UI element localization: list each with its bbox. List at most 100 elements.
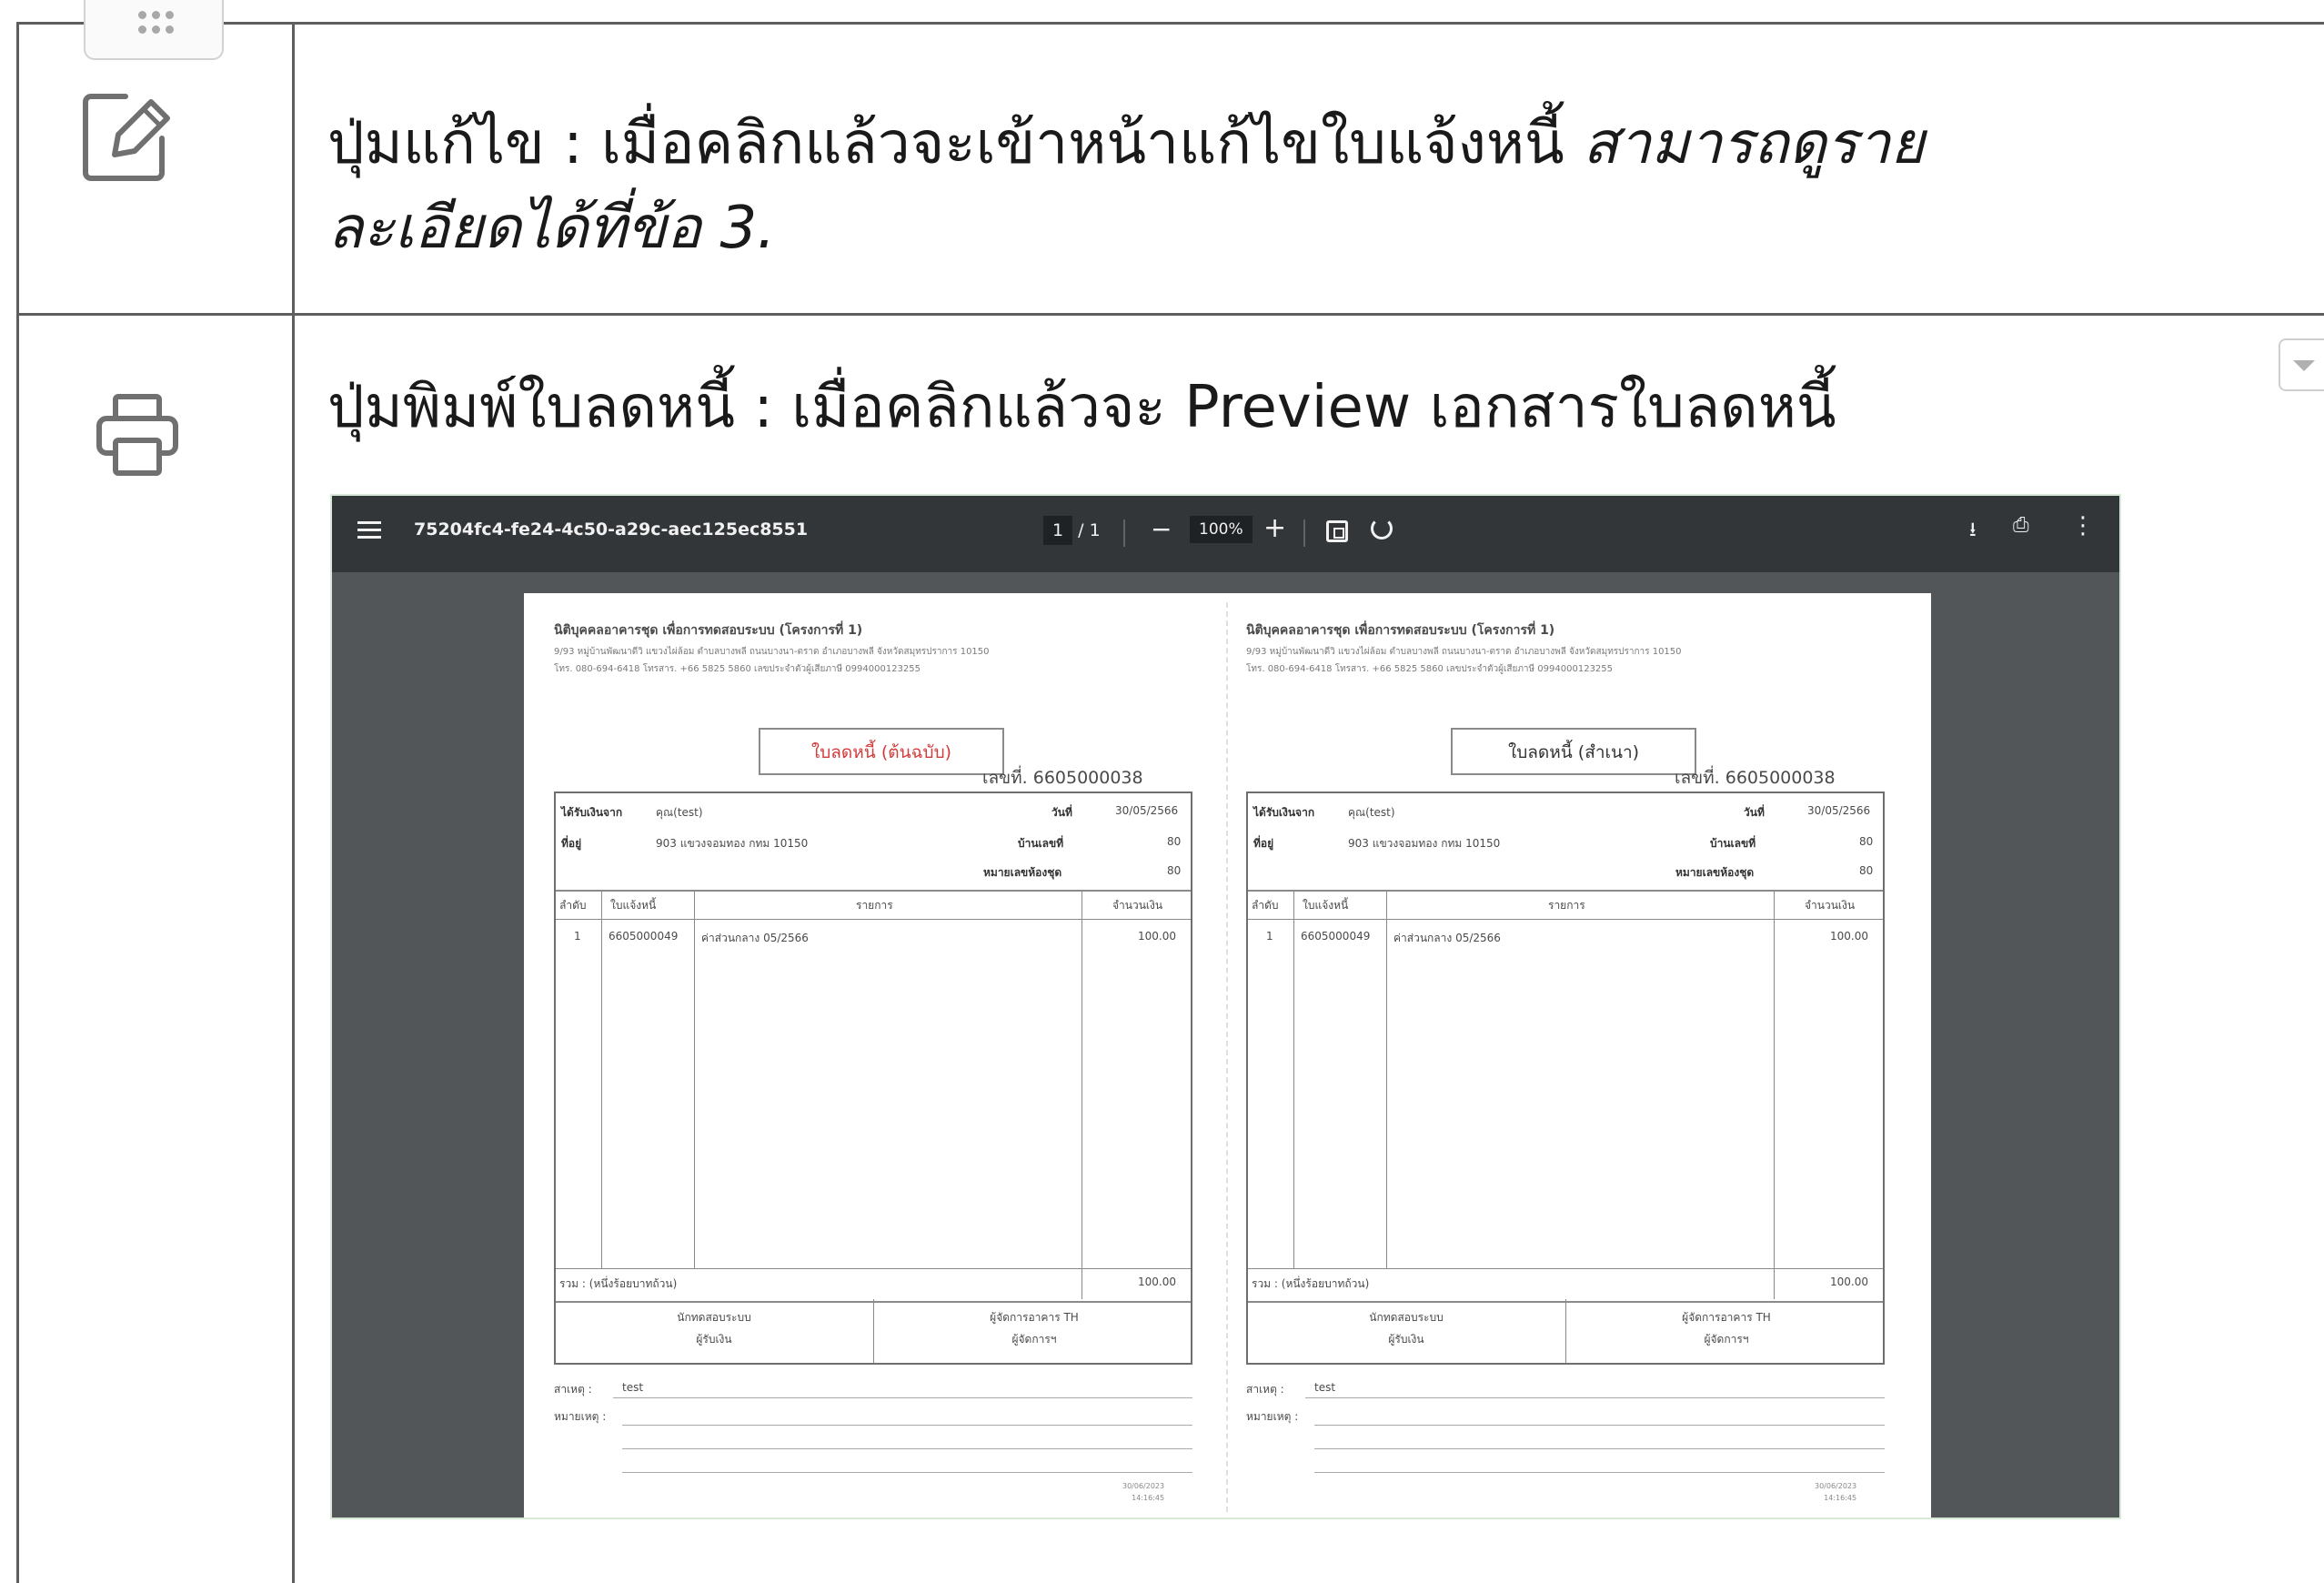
row-menu-button[interactable]	[2279, 338, 2324, 391]
sig-divider	[1565, 1299, 1566, 1363]
col-no: ลำดับ	[1252, 899, 1279, 912]
item-no: 1	[1266, 930, 1273, 943]
item-amount: 100.00	[1138, 930, 1176, 943]
total-amount: 100.00	[1138, 1275, 1176, 1288]
receive-from-label: ได้รับเงินจาก	[561, 806, 623, 819]
drag-handle[interactable]	[84, 0, 224, 60]
zoom-level-input[interactable]: 100%	[1190, 516, 1253, 543]
header-rule	[1248, 890, 1883, 892]
sig-left-name: นักทดสอบระบบ	[677, 1311, 751, 1324]
zoom-out-button[interactable]: −	[1151, 514, 1172, 544]
sig-left: นักทดสอบระบบผู้รับเงิน	[556, 1306, 872, 1350]
credit-note-table: ได้รับเงินจาก คุณ(test) วันที่ 30/05/256…	[1246, 792, 1885, 1365]
org-name: นิติบุคคลอาคารชุด เพื่อการทดสอบระบบ (โคร…	[554, 623, 863, 638]
stamp-time: 14:16:45	[1824, 1494, 1857, 1502]
org-address: 9/93 หมู่บ้านพัฒนาดีวิ แขวงไผ่ล้อม ตำบลบ…	[554, 643, 990, 678]
column-header-rule	[1248, 919, 1883, 920]
house-no-value: 80	[1859, 835, 1874, 848]
col-no: ลำดับ	[559, 899, 587, 912]
edit-icon	[78, 87, 173, 191]
doc-title-copy: ใบลดหนี้ (สำเนา)	[1451, 728, 1696, 775]
total-label: รวม : (หนึ่งร้อยบาทถ้วน)	[559, 1277, 678, 1290]
sig-left-role: ผู้รับเงิน	[696, 1333, 732, 1346]
pdf-filename: 75204fc4-fe24-4c50-a29c-aec125ec8551	[414, 519, 809, 539]
table-column-divider	[292, 22, 295, 1583]
sig-right: ผู้จัดการอาคาร TH ผู้จัดการฯ	[1568, 1306, 1885, 1350]
toolbar-separator	[1123, 519, 1125, 547]
item-invoice: 6605000049	[609, 930, 679, 943]
stamp-date: 30/06/2023	[1815, 1482, 1857, 1490]
remark-rule-3	[1314, 1472, 1885, 1473]
house-no-label: บ้านเลขที่	[1710, 837, 1756, 850]
zoom-in-button[interactable]: +	[1263, 512, 1286, 544]
sig-right-name: ผู้จัดการอาคาร TH	[1682, 1311, 1771, 1324]
address-line-2: โทร. 080-694-6418 โทรสาร. +66 5825 5860 …	[554, 664, 921, 674]
edit-description-text: ปุ่มแก้ไข : เมื่อคลิกแล้วจะเข้าหน้าแก้ไข…	[327, 110, 1584, 177]
doc-number: เลขที่. 6605000038	[982, 768, 1143, 788]
col-line-1	[601, 890, 602, 1268]
date-value: 30/05/2566	[1115, 804, 1179, 817]
table-border-top	[16, 22, 2324, 25]
header-rule	[556, 890, 1191, 892]
col-line-2	[694, 890, 695, 1268]
sig-right-name: ผู้จัดการอาคาร TH	[990, 1311, 1079, 1324]
unit-label: หมายเลขห้องชุด	[983, 866, 1062, 879]
date-label: วันที่	[1051, 806, 1072, 819]
rotate-icon[interactable]	[1371, 518, 1393, 539]
download-icon[interactable]: ⭳	[1969, 514, 1977, 549]
cause-rule	[613, 1397, 1192, 1398]
menu-icon[interactable]	[357, 521, 381, 539]
print-timestamp: 30/06/2023 14:16:45	[1122, 1480, 1164, 1504]
printer-icon	[94, 391, 181, 482]
col-item: รายการ	[1548, 899, 1585, 912]
col-line-2	[1386, 890, 1387, 1268]
fit-page-icon[interactable]	[1326, 520, 1348, 542]
total-rule	[556, 1268, 1191, 1269]
cause-value: test	[1314, 1381, 1336, 1394]
cause-value: test	[622, 1381, 644, 1394]
sig-right-role: ผู้จัดการฯ	[1704, 1333, 1749, 1346]
remark-rule-3	[622, 1472, 1192, 1473]
page-current-input[interactable]: 1	[1043, 516, 1073, 545]
sig-right: ผู้จัดการอาคาร TH ผู้จัดการฯ	[876, 1306, 1192, 1350]
sig-left: นักทดสอบระบบ ผู้รับเงิน	[1248, 1306, 1564, 1350]
address-value: 903 แขวงจอมทอง กทม 10150	[656, 837, 809, 850]
credit-note-table: ได้รับเงินจาก คุณ(test) วันที่ 30/05/256…	[554, 792, 1192, 1365]
cause-label: สาเหตุ :	[1246, 1383, 1284, 1396]
stamp-date: 30/06/2023	[1122, 1482, 1165, 1490]
doc-title-original: ใบลดหนี้ (ต้นฉบับ)	[759, 728, 1004, 775]
cause-rule	[1305, 1397, 1885, 1398]
print-credit-note-description: ปุ่มพิมพ์ใบลดหนี้ : เมื่อคลิกแล้วจะ Prev…	[327, 374, 1836, 441]
sig-left-role: ผู้รับเงิน	[1388, 1333, 1424, 1346]
col-item: รายการ	[856, 899, 893, 912]
stamp-time: 14:16:45	[1132, 1494, 1165, 1502]
item-desc: ค่าส่วนกลาง 05/2566	[1393, 932, 1501, 944]
receive-from-value: คุณ(test)	[1348, 806, 1395, 819]
credit-note-copy: นิติบุคคลอาคารชุด เพื่อการทดสอบระบบ (โคร…	[1214, 593, 1885, 1517]
edit-description-italic-line2: ละเอียดได้ที่ข้อ 3.	[327, 194, 776, 262]
total-amount: 100.00	[1830, 1275, 1868, 1288]
print-timestamp: 30/06/2023 14:16:45	[1815, 1480, 1856, 1504]
remark-rule-1	[622, 1425, 1192, 1426]
unit-value: 80	[1167, 864, 1182, 877]
item-no: 1	[574, 930, 581, 943]
col-invoice: ใบแจ้งหนี้	[1303, 899, 1349, 912]
toolbar-separator	[1303, 519, 1305, 547]
column-header-rule	[556, 919, 1191, 920]
sig-divider	[873, 1299, 874, 1363]
receive-from-label: ได้รับเงินจาก	[1253, 806, 1315, 819]
unit-label: หมายเลขห้องชุด	[1675, 866, 1755, 879]
more-vert-icon[interactable]: ⋮	[2071, 512, 2095, 539]
item-amount: 100.00	[1830, 930, 1868, 943]
date-value: 30/05/2566	[1807, 804, 1871, 817]
col-line-3	[1774, 890, 1775, 1299]
col-invoice: ใบแจ้งหนี้	[610, 899, 657, 912]
signature-block: นักทดสอบระบบผู้รับเงิน ผู้จัดการอาคาร TH…	[554, 1299, 1192, 1365]
total-label: รวม : (หนึ่งร้อยบาทถ้วน)	[1252, 1277, 1370, 1290]
print-icon[interactable]: ⎙	[2013, 514, 2029, 537]
signature-block: นักทดสอบระบบ ผู้รับเงิน ผู้จัดการอาคาร TH…	[1246, 1299, 1885, 1365]
address-line-1: 9/93 หมู่บ้านพัฒนาดีวิ แขวงไผ่ล้อม ตำบลบ…	[554, 647, 990, 657]
remark-rule-1	[1314, 1425, 1885, 1426]
remark-rule-2	[622, 1448, 1192, 1449]
pdf-viewer: 75204fc4-fe24-4c50-a29c-aec125ec8551 1 /…	[332, 496, 2119, 1517]
